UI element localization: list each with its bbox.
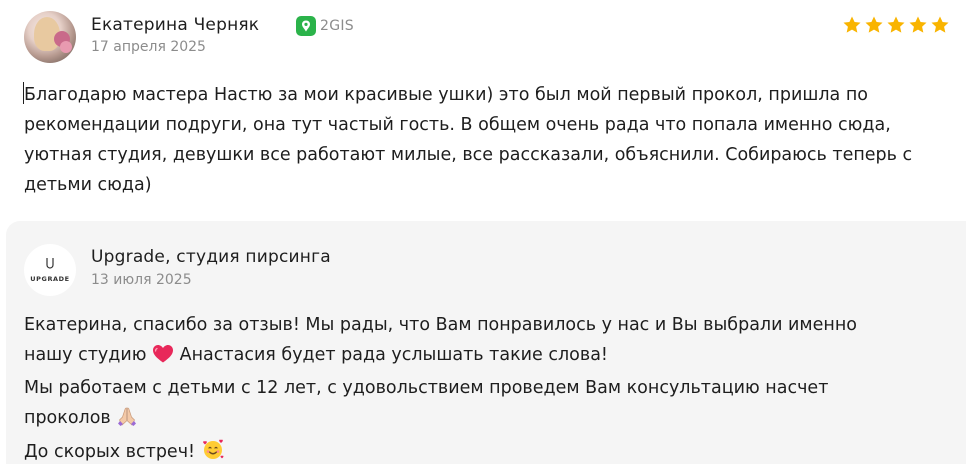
reply-line-part: Анастасия будет рада услышать такие слов… xyxy=(179,344,608,365)
source-label: 2GIS xyxy=(320,18,354,34)
reply-line-part: нашу студию xyxy=(24,344,147,365)
rating-stars xyxy=(842,15,950,35)
reply-line: Мы работаем с детьми с 12 лет, с удоволь… xyxy=(24,378,829,398)
review-text: Благодарю мастера Настю за мои красивые … xyxy=(24,85,913,195)
org-name[interactable]: Upgrade, студия пирсинга xyxy=(91,247,331,267)
heart-icon xyxy=(152,344,174,375)
pray-icon xyxy=(116,405,138,438)
star-icon xyxy=(887,16,905,33)
star-icon xyxy=(909,16,927,33)
reply-text: Екатерина, спасибо за отзыв! Мы рады, чт… xyxy=(24,311,954,472)
reply-line: нашу студию Анастасия будет рада услышат… xyxy=(24,341,954,375)
star-icon xyxy=(931,16,949,33)
author-name[interactable]: Екатерина Черняк xyxy=(91,15,259,35)
reply-date: 13 июля 2025 xyxy=(91,272,192,288)
reply-line-part: проколов xyxy=(24,407,111,428)
star-icon xyxy=(865,16,883,33)
star-icon xyxy=(843,16,861,33)
reply-line-part: До скорых встреч! xyxy=(24,442,196,462)
org-logo-text: UPGRADE xyxy=(30,275,70,283)
reply-line: До скорых встреч! xyxy=(24,437,954,472)
review-date: 17 апреля 2025 xyxy=(91,39,206,55)
upgrade-logo-icon xyxy=(45,257,55,275)
author-avatar[interactable] xyxy=(24,11,76,63)
reply-line: проколов xyxy=(24,404,954,438)
org-logo[interactable]: UPGRADE xyxy=(24,244,76,296)
reply-line: Екатерина, спасибо за отзыв! Мы рады, чт… xyxy=(24,315,857,335)
2gis-logo-icon xyxy=(296,16,316,36)
smiling-face-with-hearts-icon xyxy=(201,437,225,472)
review-source: 2GIS xyxy=(296,15,354,37)
